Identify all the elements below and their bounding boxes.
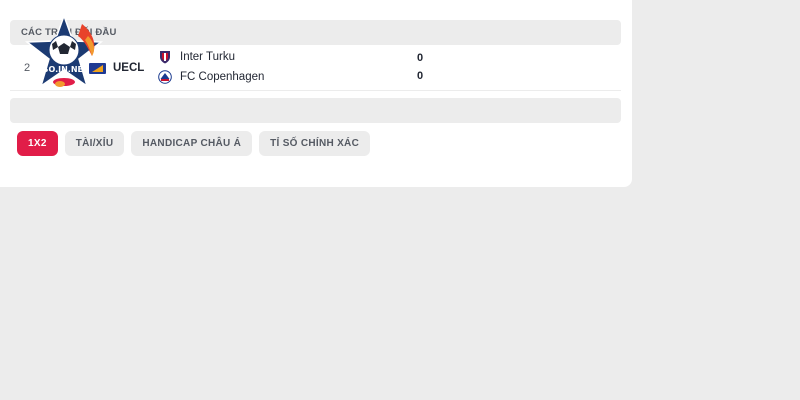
odds-tabs: 1X2 TÀI/XỈU HANDICAP CHÂU Á TỈ SỐ CHÍNH …: [17, 131, 371, 156]
fc-copenhagen-logo-icon: [158, 70, 172, 84]
tab-over-under[interactable]: TÀI/XỈU: [64, 131, 125, 156]
empty-section-bar: [10, 98, 621, 123]
head-to-head-card: CÁC TRẬN ĐỐI ĐẦU 2 UECL Inter Turku FC C…: [0, 0, 632, 187]
site-logo-text: XOSO.IN.NET: [30, 65, 89, 74]
away-score: 0: [416, 70, 424, 82]
tab-correct-score[interactable]: TỈ SỐ CHÍNH XÁC: [259, 131, 371, 156]
inter-turku-logo-icon: [160, 51, 170, 64]
away-team-name: FC Copenhagen: [180, 71, 265, 83]
tab-1x2[interactable]: 1X2: [17, 131, 58, 156]
tab-asian-handicap[interactable]: HANDICAP CHÂU Á: [131, 131, 253, 156]
league-name: UECL: [113, 62, 145, 74]
site-logo-watermark: XOSO.IN.NET: [22, 13, 106, 94]
home-score: 0: [416, 52, 424, 64]
home-team[interactable]: Inter Turku: [158, 48, 235, 66]
star-ball-logo-icon: [24, 13, 104, 88]
away-team[interactable]: FC Copenhagen: [158, 68, 264, 86]
home-team-name: Inter Turku: [180, 51, 235, 63]
